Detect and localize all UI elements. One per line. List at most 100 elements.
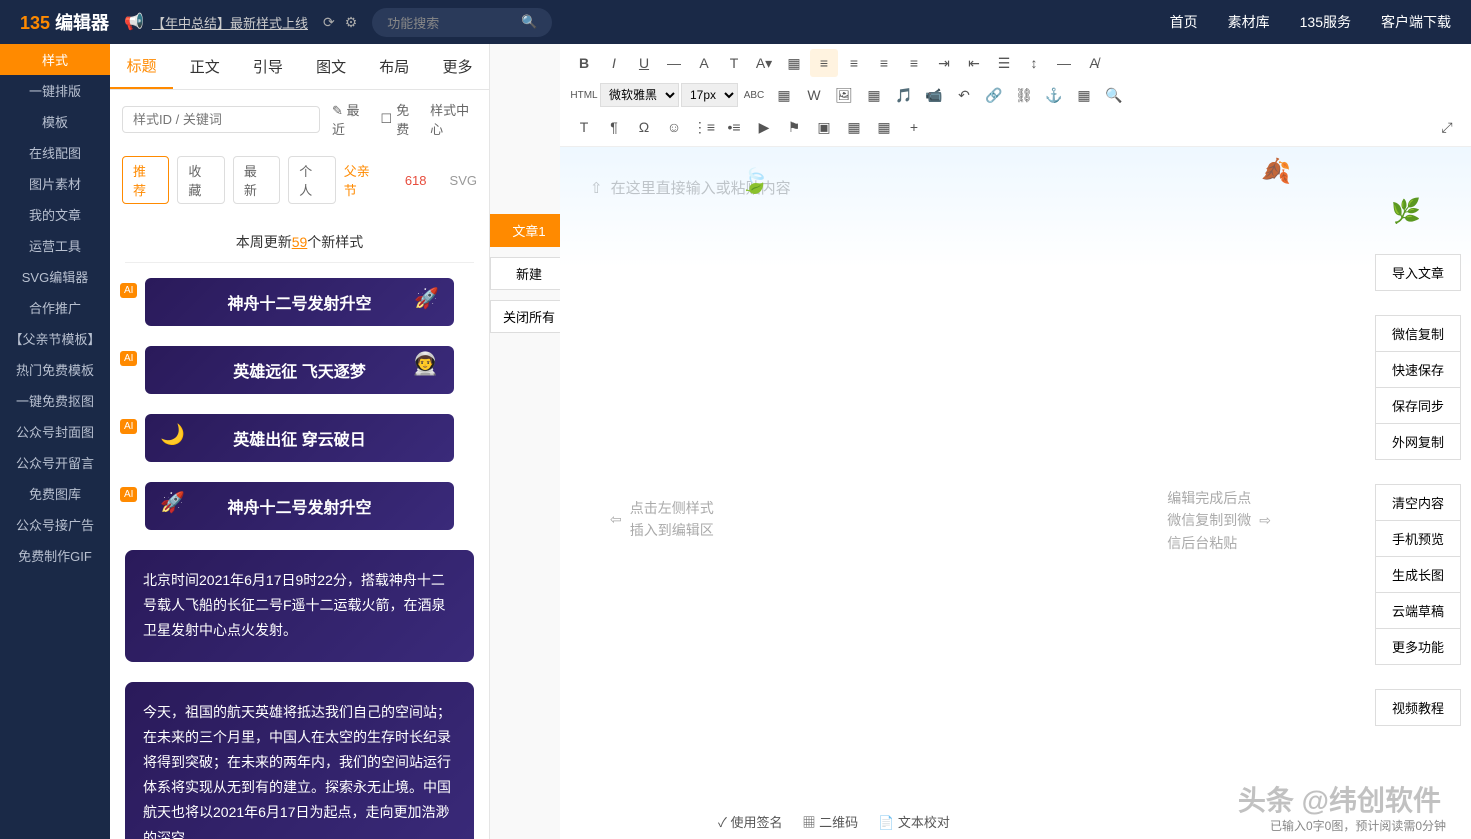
sidebar-item-gallery[interactable]: 免费图库: [0, 478, 110, 509]
style-text-card-2[interactable]: 今天，祖国的航天英雄将抵达我们自己的空间站；在未来的三个月里，中国人在太空的生存…: [125, 682, 474, 839]
sidebar-item-template[interactable]: 模板: [0, 106, 110, 137]
align-right-button[interactable]: ≡: [870, 49, 898, 77]
quick-save-button[interactable]: 快速保存: [1375, 351, 1461, 388]
sidebar-item-father[interactable]: 【父亲节模板】: [0, 323, 110, 354]
underline-button[interactable]: U: [630, 49, 658, 77]
tag-618[interactable]: 618: [405, 173, 427, 188]
style-text-card-1[interactable]: 北京时间2021年6月17日9时22分，搭载神舟十二号载人飞船的长征二号F遥十二…: [125, 550, 474, 662]
bold-button[interactable]: B: [570, 49, 598, 77]
table-button[interactable]: ▦: [1070, 81, 1098, 109]
style-center-link[interactable]: 样式中心: [430, 100, 477, 138]
strike-button[interactable]: —: [660, 49, 688, 77]
wechat-copy-button[interactable]: 微信复制: [1375, 315, 1461, 352]
align-left-button[interactable]: ≡: [810, 49, 838, 77]
nav-home[interactable]: 首页: [1170, 12, 1198, 32]
sidebar-item-typeset[interactable]: 一键排版: [0, 75, 110, 106]
code-button[interactable]: ▦: [840, 113, 868, 141]
tag-favorite[interactable]: 收藏: [177, 156, 224, 204]
emoji-button[interactable]: ☺: [660, 113, 688, 141]
flag-button[interactable]: ⚑: [780, 113, 808, 141]
tag-newest[interactable]: 最新: [233, 156, 280, 204]
html-button[interactable]: HTML: [570, 81, 598, 109]
video-button[interactable]: 📹: [920, 81, 948, 109]
sidebar-item-article[interactable]: 我的文章: [0, 199, 110, 230]
tab-guide[interactable]: 引导: [236, 44, 299, 89]
omega-button[interactable]: Ω: [630, 113, 658, 141]
longimg-button[interactable]: 生成长图: [1375, 556, 1461, 593]
audio-button[interactable]: 🎵: [890, 81, 918, 109]
link-button[interactable]: 🔗: [980, 81, 1008, 109]
sidebar-item-ads[interactable]: 公众号接广告: [0, 509, 110, 540]
indent-button[interactable]: ⇥: [930, 49, 958, 77]
tab-layout[interactable]: 布局: [363, 44, 426, 89]
free-checkbox[interactable]: ☐ 免费: [381, 100, 419, 138]
preview-button[interactable]: 手机预览: [1375, 520, 1461, 557]
sidebar-item-cover[interactable]: 公众号封面图: [0, 416, 110, 447]
format2-button[interactable]: ¶: [600, 113, 628, 141]
style-card-1[interactable]: AI 神舟十二号发射升空🚀: [125, 278, 474, 326]
hr-button[interactable]: —: [1050, 49, 1078, 77]
fullscreen-button[interactable]: ⤢: [1433, 113, 1461, 141]
announcement-link[interactable]: 【年中总结】最新样式上线: [152, 13, 308, 32]
tag-svg[interactable]: SVG: [450, 173, 477, 188]
undo-button[interactable]: ↶: [950, 81, 978, 109]
bg-color-button[interactable]: T: [720, 49, 748, 77]
tab-title[interactable]: 标题: [110, 44, 173, 89]
import-button[interactable]: 导入文章: [1375, 254, 1461, 291]
function-search[interactable]: 功能搜索 🔍: [372, 8, 552, 37]
style-card-2[interactable]: AI 英雄远征 飞天逐梦👨‍🚀: [125, 346, 474, 394]
nav-material[interactable]: 素材库: [1228, 12, 1270, 32]
search-button[interactable]: 🔍: [1100, 81, 1128, 109]
css-button[interactable]: ▦: [770, 81, 798, 109]
external-copy-button[interactable]: 外网复制: [1375, 423, 1461, 460]
format-button[interactable]: ▦: [780, 49, 808, 77]
ul-button[interactable]: •≡: [720, 113, 748, 141]
signature-toggle[interactable]: ✓ 使用签名: [718, 812, 783, 831]
font-button[interactable]: A▾: [750, 49, 778, 77]
sidebar-item-image[interactable]: 在线配图: [0, 137, 110, 168]
settings-icon[interactable]: ⚙: [345, 14, 358, 31]
close-all-button[interactable]: 关闭所有: [490, 300, 568, 333]
screen-button[interactable]: ▣: [810, 113, 838, 141]
new-button[interactable]: 新建: [490, 257, 568, 290]
tutorial-button[interactable]: 视频教程: [1375, 689, 1461, 726]
editor-content[interactable]: 🍃 🍂 🌿 ⇧ 在这里直接输入或粘贴内容 ⇦ 点击左侧样式插入到编辑区 编辑完成…: [560, 147, 1471, 839]
save-sync-button[interactable]: 保存同步: [1375, 387, 1461, 424]
size-select[interactable]: 17px: [681, 83, 738, 107]
tab-more[interactable]: 更多: [426, 44, 489, 89]
align-center-button[interactable]: ≡: [840, 49, 868, 77]
line-height-button[interactable]: ↕: [1020, 49, 1048, 77]
heading-button[interactable]: T: [570, 113, 598, 141]
proofread-button[interactable]: 📄 文本校对: [878, 812, 950, 831]
sidebar-item-hot[interactable]: 热门免费模板: [0, 354, 110, 385]
tab-body[interactable]: 正文: [173, 44, 236, 89]
more-button[interactable]: 更多功能: [1375, 628, 1461, 665]
abc-button[interactable]: ABC: [740, 81, 768, 109]
ol-button[interactable]: ⋮≡: [690, 113, 718, 141]
grid-button[interactable]: ▦: [870, 113, 898, 141]
list-button[interactable]: ☰: [990, 49, 1018, 77]
style-search-input[interactable]: [122, 106, 320, 133]
outdent-button[interactable]: ⇤: [960, 49, 988, 77]
article-tab[interactable]: 文章1: [490, 214, 568, 247]
style-card-4[interactable]: AI 🚀神舟十二号发射升空: [125, 482, 474, 530]
align-justify-button[interactable]: ≡: [900, 49, 928, 77]
tag-personal[interactable]: 个人: [288, 156, 335, 204]
recent-link[interactable]: ✎ 最近: [332, 100, 369, 138]
tag-father[interactable]: 父亲节: [344, 161, 382, 199]
qrcode-button[interactable]: ▦ 二维码: [803, 812, 859, 831]
italic-button[interactable]: I: [600, 49, 628, 77]
sidebar-item-promote[interactable]: 合作推广: [0, 292, 110, 323]
tag-recommend[interactable]: 推荐: [122, 156, 169, 204]
sidebar-item-tools[interactable]: 运营工具: [0, 230, 110, 261]
sidebar-item-svg[interactable]: SVG编辑器: [0, 261, 110, 292]
gallery-button[interactable]: ▦: [860, 81, 888, 109]
sidebar-item-cutout[interactable]: 一键免费抠图: [0, 385, 110, 416]
hr2-button[interactable]: ▶: [750, 113, 778, 141]
sidebar-item-comment[interactable]: 公众号开留言: [0, 447, 110, 478]
plus-button[interactable]: +: [900, 113, 928, 141]
image-button[interactable]: 🖼: [830, 81, 858, 109]
tab-image[interactable]: 图文: [300, 44, 363, 89]
font-select[interactable]: 微软雅黑: [600, 83, 679, 107]
style-card-3[interactable]: AI 🌙英雄出征 穿云破日: [125, 414, 474, 462]
